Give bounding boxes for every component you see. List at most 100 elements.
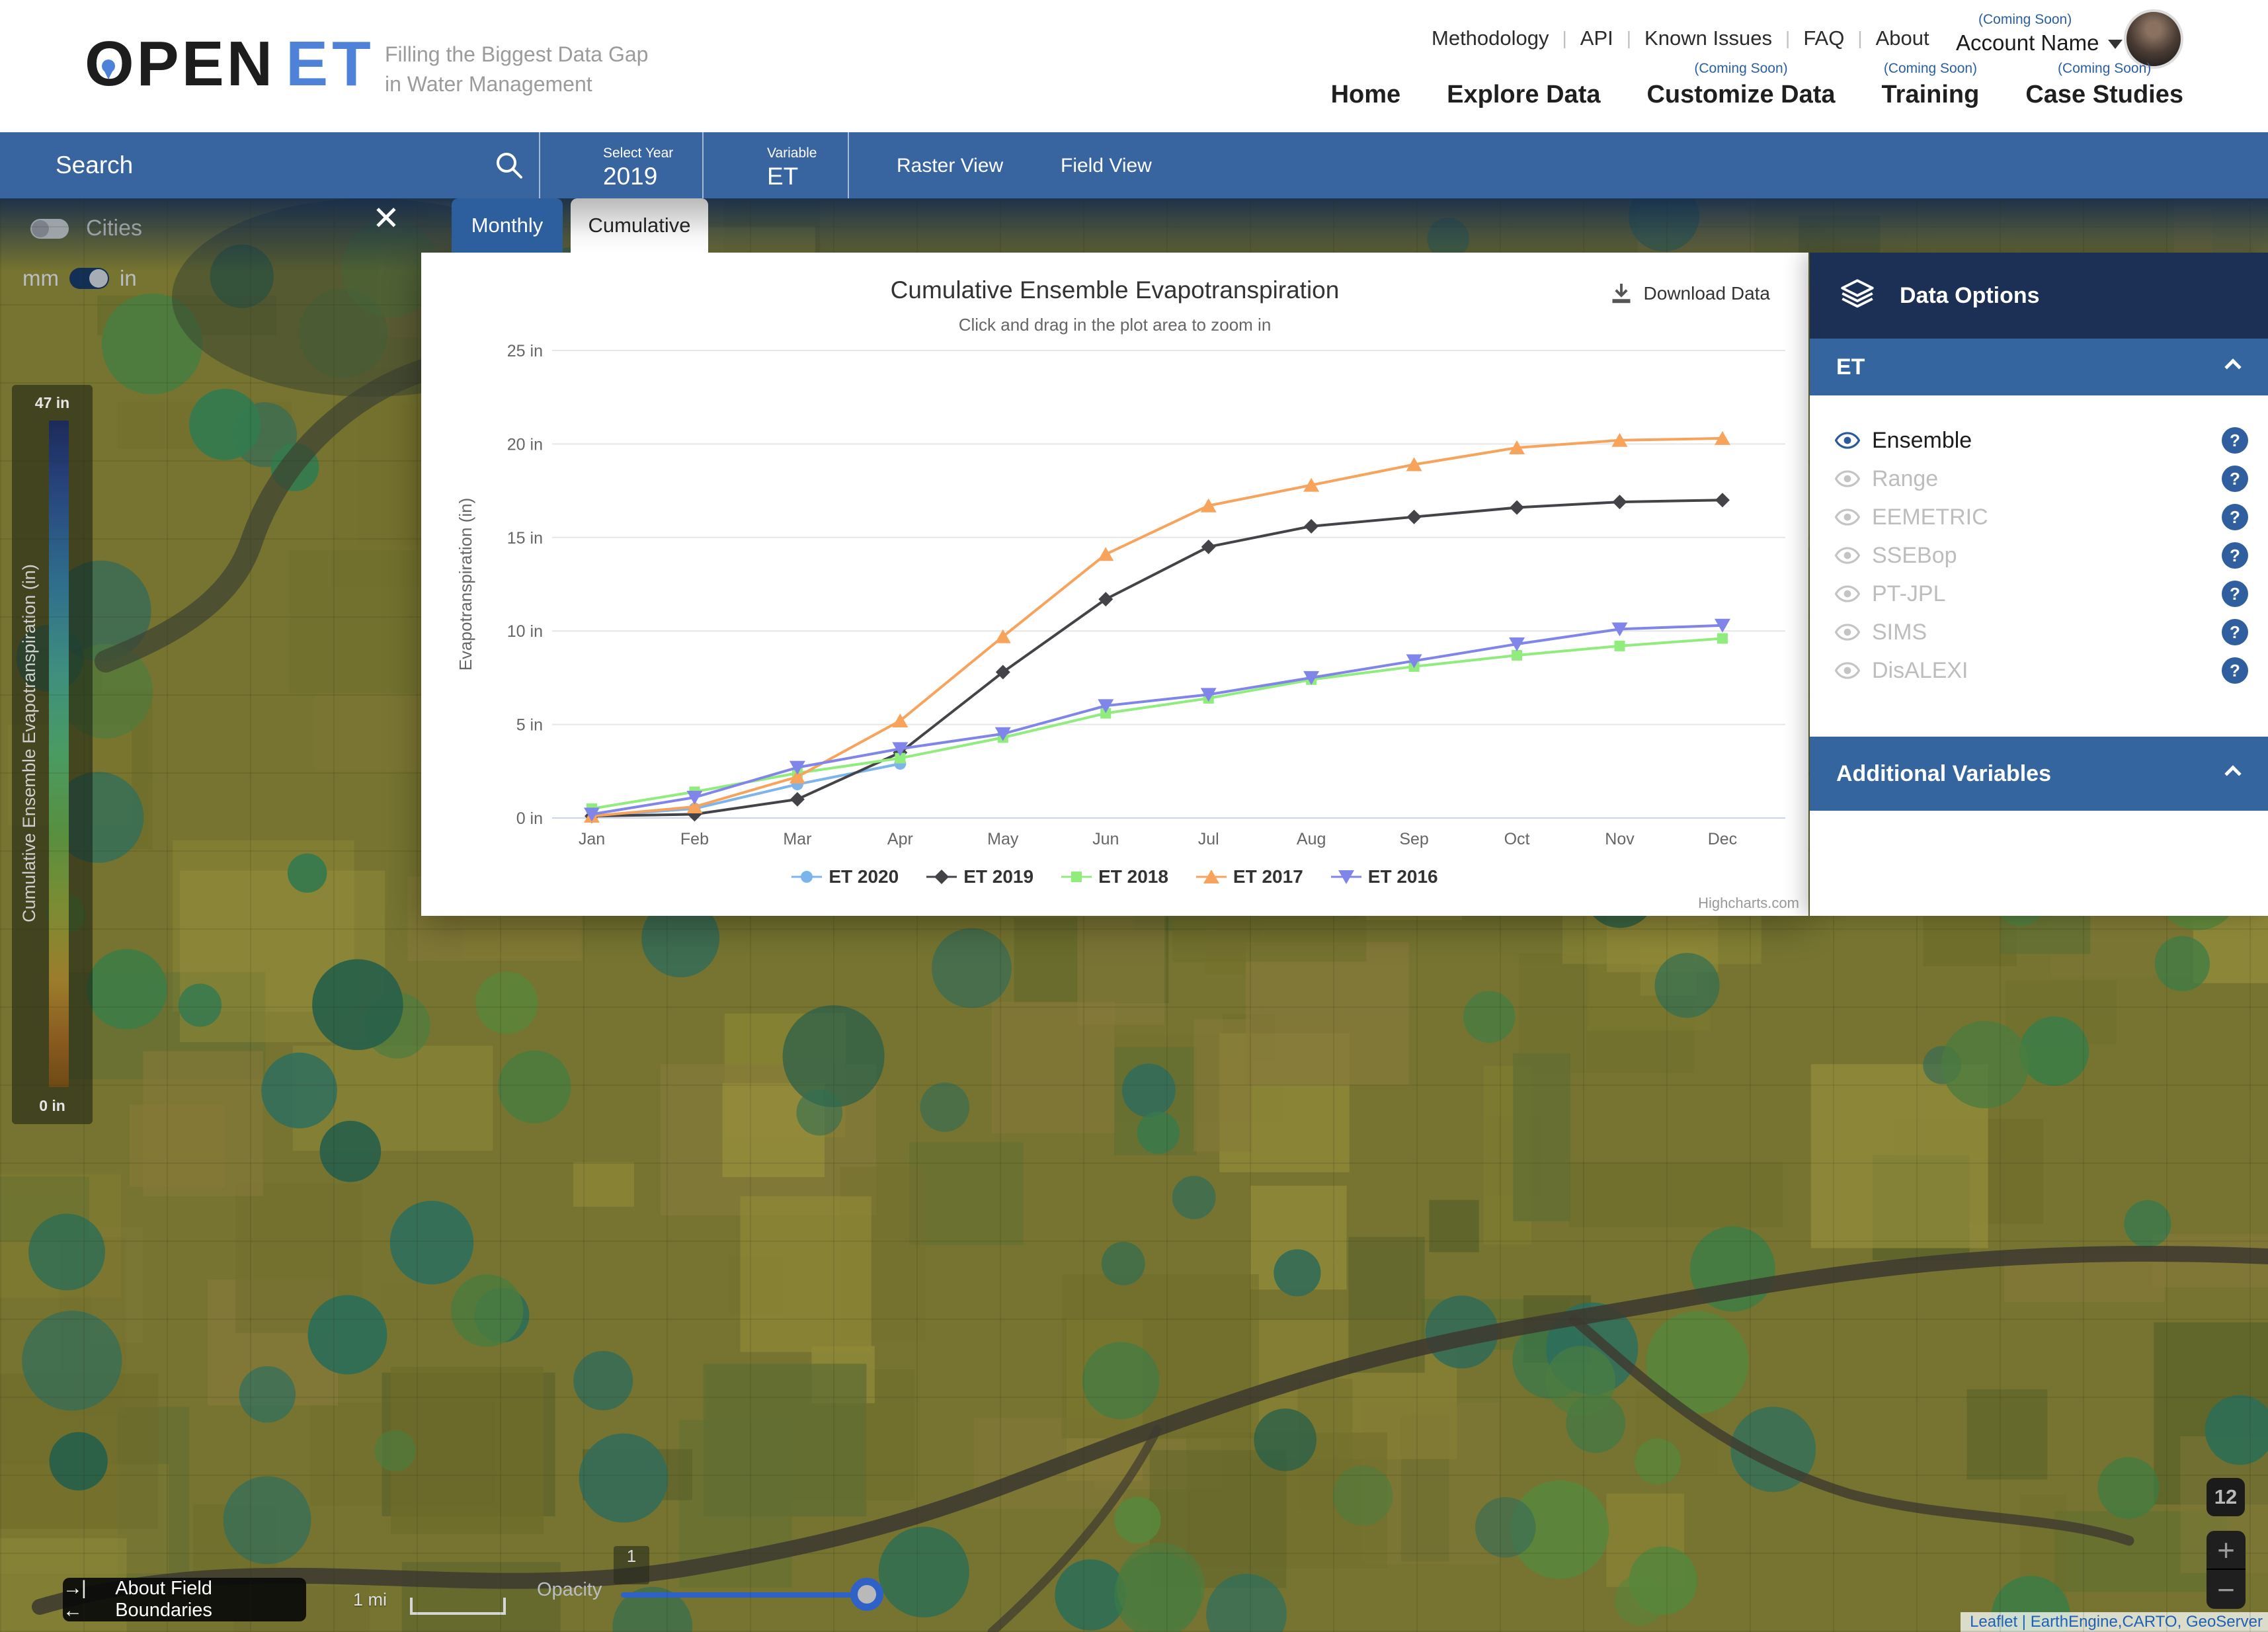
nav-item-home[interactable]: Home xyxy=(1331,61,1401,109)
highcharts-credit[interactable]: Highcharts.com xyxy=(1698,895,1799,912)
coming-soon-label: (Coming Soon) xyxy=(1694,61,1788,76)
help-icon[interactable]: ? xyxy=(2222,619,2248,645)
raster-view-label: Raster View xyxy=(897,155,1004,177)
nav-item-explore-data[interactable]: Explore Data xyxy=(1447,61,1600,109)
line-chart[interactable]: 0 in 5 in 10 in 15 in 20 in 25 in Jan Feb Mar Apr… xyxy=(421,253,1808,916)
legend-item-et-2018[interactable]: ET 2018 xyxy=(1061,866,1168,887)
layers-icon xyxy=(1841,279,1874,308)
nav-label: Home xyxy=(1330,81,1401,108)
map-legend-colorbar: 47 in 0 in Cumulative Ensemble Evapotran… xyxy=(12,385,93,1124)
et-item-label: SSEBop xyxy=(1872,542,1957,568)
data-point[interactable] xyxy=(1071,872,1082,882)
svg-text:Jul: Jul xyxy=(1198,830,1219,848)
et-model-list: Ensemble? Range? EEMETRIC? SSEBop? PT-JPL? SI… xyxy=(1810,421,2268,690)
series-et-2016[interactable] xyxy=(584,618,1730,822)
data-point[interactable] xyxy=(1201,539,1216,554)
toggle-knob xyxy=(32,220,49,237)
help-icon[interactable]: ? xyxy=(2222,542,2248,569)
search-input[interactable] xyxy=(56,132,466,198)
nav-item-case-studies[interactable]: (Coming Soon) Case Studies xyxy=(2025,61,2183,109)
et-item-ensemble[interactable]: Ensemble? xyxy=(1810,421,2268,460)
chart-panel: Cumulative Ensemble Evapotranspiration C… xyxy=(421,253,1808,916)
map-toolbar: Select Year 2019 Variable ET Raster View… xyxy=(0,132,2268,313)
logo-text-et: ET xyxy=(286,28,375,99)
top-link-methodology[interactable]: Methodology xyxy=(1432,26,1549,50)
colorbar-gradient xyxy=(49,421,69,1087)
opacity-slider-track[interactable] xyxy=(621,1592,868,1598)
series-et-2017[interactable] xyxy=(584,430,1730,823)
search-icon[interactable] xyxy=(495,151,524,180)
tab-cumulative[interactable]: Cumulative xyxy=(571,198,708,253)
data-point[interactable] xyxy=(934,870,950,884)
svg-text:Evapotranspiration (in): Evapotranspiration (in) xyxy=(456,498,475,671)
colorbar-max-label: 47 in xyxy=(34,394,70,411)
data-point[interactable] xyxy=(1614,640,1625,651)
colorbar-min-label: 0 in xyxy=(39,1097,65,1114)
help-icon[interactable]: ? xyxy=(2222,504,2248,530)
data-point[interactable] xyxy=(790,792,805,807)
et-item-disalexi[interactable]: DisALEXI? xyxy=(1810,651,2268,690)
opacity-value-tooltip: 1 xyxy=(614,1546,649,1584)
svg-text:10 in: 10 in xyxy=(507,622,543,641)
series-et-2019[interactable] xyxy=(585,493,1730,824)
data-point[interactable] xyxy=(1612,495,1627,510)
zoom-in-button[interactable]: + xyxy=(2207,1531,2246,1570)
unit-toggle[interactable] xyxy=(69,268,109,289)
data-point[interactable] xyxy=(801,871,813,883)
nav-label: Explore Data xyxy=(1447,81,1601,108)
close-icon[interactable]: ✕ xyxy=(368,200,405,237)
top-link-faq[interactable]: FAQ xyxy=(1803,26,1844,50)
nav-label: Customize Data xyxy=(1646,81,1836,108)
series-et-2018[interactable] xyxy=(587,633,1728,814)
tab-monthly[interactable]: Monthly xyxy=(452,198,563,253)
legend-item-et-2017[interactable]: ET 2017 xyxy=(1195,866,1303,887)
about-field-boundaries-button[interactable]: →|← About Field Boundaries xyxy=(63,1577,306,1621)
help-icon[interactable]: ? xyxy=(2222,427,2248,454)
page-header: OPEN ET Filling the Biggest Data Gap in W… xyxy=(0,0,2268,132)
data-point[interactable] xyxy=(1715,493,1730,508)
collapse-arrows-icon: →|← xyxy=(63,1577,87,1621)
opacity-slider-knob[interactable] xyxy=(850,1578,883,1611)
section-additional-variables[interactable]: Additional Variables xyxy=(1810,737,2268,811)
cities-toggle[interactable] xyxy=(30,218,69,239)
top-link-known-issues[interactable]: Known Issues xyxy=(1644,26,1772,50)
help-icon[interactable]: ? xyxy=(2222,466,2248,492)
legend-item-et-2019[interactable]: ET 2019 xyxy=(926,866,1033,887)
main-nav: Home Explore Data (Coming Soon) Customize D… xyxy=(1331,61,2183,109)
data-point[interactable] xyxy=(1512,649,1523,661)
et-item-range[interactable]: Range? xyxy=(1810,460,2268,498)
legend-item-et-2016[interactable]: ET 2016 xyxy=(1330,866,1438,887)
et-item-eemetric[interactable]: EEMETRIC? xyxy=(1810,498,2268,536)
et-item-sims[interactable]: SIMS? xyxy=(1810,613,2268,651)
nav-item-training[interactable]: (Coming Soon) Training xyxy=(1882,61,1980,109)
data-point[interactable] xyxy=(1717,633,1728,644)
toggle-knob xyxy=(89,269,108,288)
data-point[interactable] xyxy=(1304,518,1319,534)
help-icon[interactable]: ? xyxy=(2222,581,2248,607)
section-et[interactable]: ET xyxy=(1810,339,2268,395)
cities-label: Cities xyxy=(86,216,143,241)
data-point[interactable] xyxy=(1406,509,1422,524)
avatar[interactable] xyxy=(2124,9,2183,69)
data-point[interactable] xyxy=(1098,547,1114,561)
nav-item-customize-data[interactable]: (Coming Soon) Customize Data xyxy=(1646,61,1835,109)
et-item-label: EEMETRIC xyxy=(1872,504,1988,530)
zoom-out-button[interactable]: − xyxy=(2207,1570,2246,1609)
et-item-pt-jpl[interactable]: PT-JPL? xyxy=(1810,575,2268,613)
help-icon[interactable]: ? xyxy=(2222,657,2248,684)
app-root: OPEN ET Filling the Biggest Data Gap in W… xyxy=(0,0,2268,1632)
account-menu[interactable]: Account Name xyxy=(1956,30,2123,56)
zoom-controls: + − xyxy=(2207,1531,2246,1609)
legend-item-et-2020[interactable]: ET 2020 xyxy=(791,866,899,887)
data-point[interactable] xyxy=(1510,500,1525,515)
svg-text:May: May xyxy=(987,830,1019,848)
top-link-api[interactable]: API xyxy=(1580,26,1613,50)
caret-down-icon xyxy=(2108,40,2123,50)
top-link-about[interactable]: About xyxy=(1876,26,1929,50)
openet-logo[interactable]: OPEN ET xyxy=(85,28,375,101)
sidebar-title: Data Options xyxy=(1900,282,2040,308)
link-separator: | xyxy=(1785,28,1791,48)
svg-text:5 in: 5 in xyxy=(516,716,543,735)
et-item-ssebop[interactable]: SSEBop? xyxy=(1810,536,2268,575)
map-attribution[interactable]: Leaflet | EarthEngine,CARTO, GeoServer xyxy=(1961,1612,2268,1632)
